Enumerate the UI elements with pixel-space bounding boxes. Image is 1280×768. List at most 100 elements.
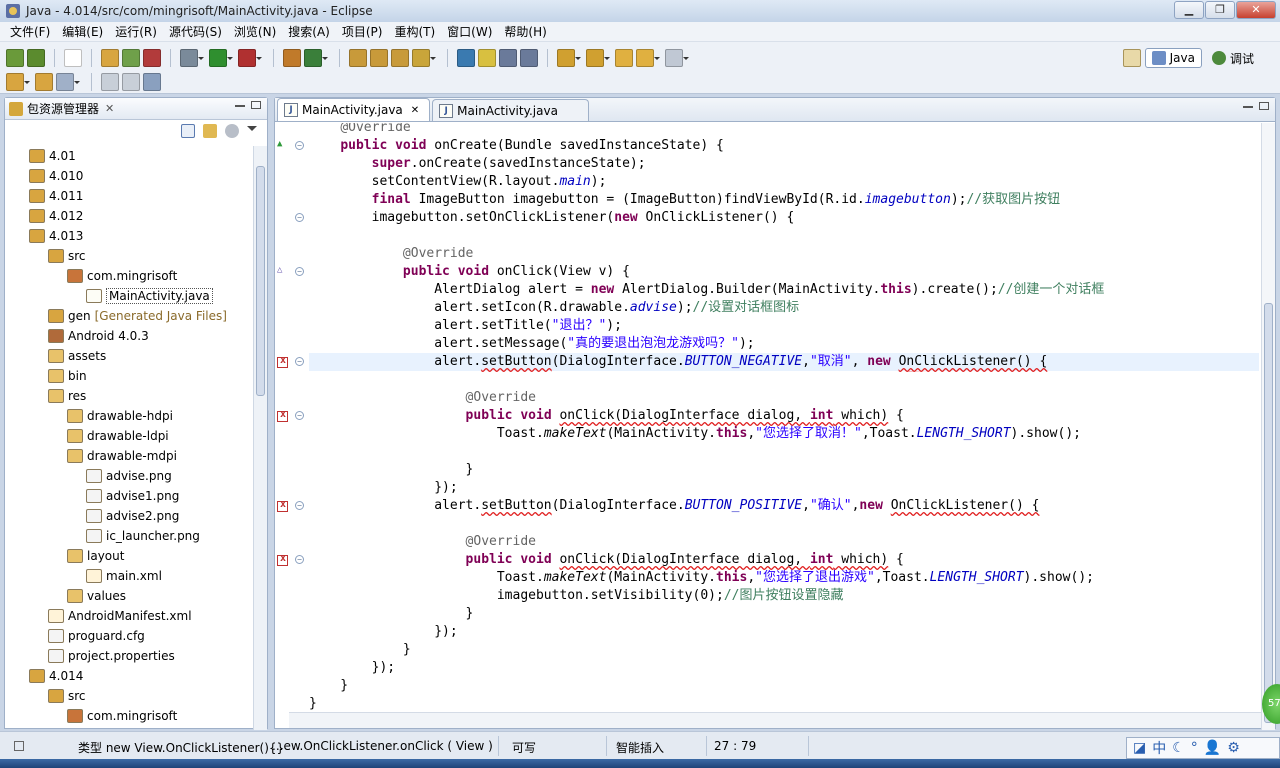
view-menu-icon[interactable]	[225, 124, 239, 138]
paragraph-icon[interactable]	[520, 49, 538, 67]
fold-toggle-icon[interactable]: −	[295, 501, 304, 510]
menu-item[interactable]: 运行(R)	[109, 23, 163, 40]
menu-item[interactable]: 重构(T)	[388, 23, 441, 40]
new-class-icon[interactable]	[143, 49, 161, 67]
ime-language[interactable]: 中	[1152, 738, 1166, 758]
save-all-icon[interactable]	[6, 49, 24, 67]
override-marker-icon[interactable]: ▲	[277, 139, 282, 149]
new-java-class-icon[interactable]	[304, 49, 328, 67]
tree-item[interactable]: proguard.cfg	[5, 626, 255, 646]
fold-toggle-icon[interactable]: −	[295, 267, 304, 276]
tree-item[interactable]: main.xml	[5, 566, 255, 586]
error-icon[interactable]	[277, 553, 288, 566]
tree-item[interactable]: com.mingrisoft	[5, 266, 255, 286]
tree-item[interactable]: 4.011	[5, 186, 255, 206]
forward-icon[interactable]	[665, 49, 689, 67]
search-icon[interactable]	[391, 49, 409, 67]
annotation-icon[interactable]	[457, 49, 475, 67]
tree-item[interactable]: advise2.png	[5, 506, 255, 526]
tree-item[interactable]: src	[5, 686, 255, 706]
punctuation-icon[interactable]: °	[1191, 740, 1198, 756]
open-perspective-icon[interactable]	[1122, 49, 1141, 67]
error-icon[interactable]	[277, 355, 288, 368]
debug-perspective-button[interactable]: 调试	[1206, 50, 1260, 67]
open-task-icon[interactable]	[370, 49, 388, 67]
checkbox-icon[interactable]	[64, 49, 82, 67]
minimize-button[interactable]: ▁	[1174, 1, 1204, 19]
menu-item[interactable]: 编辑(E)	[56, 23, 109, 40]
back-icon[interactable]	[636, 49, 660, 67]
package-explorer-tab[interactable]: 包资源管理器 ✕	[5, 98, 267, 120]
new-package-icon[interactable]	[283, 49, 301, 67]
pen-icon[interactable]	[412, 49, 436, 67]
minimize-editor-icon[interactable]	[1243, 102, 1253, 108]
link-with-editor-icon[interactable]	[203, 124, 217, 138]
horizontal-scrollbar[interactable]	[289, 712, 1261, 728]
tree-item[interactable]: 4.014	[5, 666, 255, 686]
close-button[interactable]: ✕	[1236, 1, 1276, 19]
new-junit-icon[interactable]	[122, 49, 140, 67]
close-tab-icon[interactable]: ✕	[411, 105, 419, 116]
tree-item[interactable]: drawable-mdpi	[5, 446, 255, 466]
save-all-disabled-icon[interactable]	[122, 73, 140, 91]
prev-annotation-icon[interactable]	[586, 49, 610, 67]
external-tools-icon[interactable]	[238, 49, 262, 67]
menu-item[interactable]: 浏览(N)	[228, 23, 282, 40]
toggle-block-icon[interactable]	[499, 49, 517, 67]
tree-item[interactable]: 4.01	[5, 146, 255, 166]
next-annotation-icon[interactable]	[557, 49, 581, 67]
tree-item[interactable]: AndroidManifest.xml	[5, 606, 255, 626]
tree-item[interactable]: 4.012	[5, 206, 255, 226]
fold-toggle-icon[interactable]: −	[295, 141, 304, 150]
save-disabled-icon[interactable]	[101, 73, 119, 91]
tree-item[interactable]: src	[5, 246, 255, 266]
editor-scroll-thumb[interactable]	[1264, 303, 1273, 723]
fold-toggle-icon[interactable]: −	[295, 555, 304, 564]
new-java-project-icon[interactable]	[101, 49, 119, 67]
tree-item[interactable]: bin	[5, 366, 255, 386]
java-perspective-button[interactable]: Java	[1144, 48, 1202, 68]
tree-item[interactable]: project.properties	[5, 646, 255, 666]
maximize-editor-icon[interactable]	[1259, 102, 1269, 110]
error-icon[interactable]	[277, 499, 288, 512]
back-edit-icon[interactable]	[615, 49, 633, 67]
tree-item[interactable]: Android 4.0.3	[5, 326, 255, 346]
ime-mode-icon[interactable]: ◪	[1133, 740, 1146, 756]
tree-item[interactable]: MainActivity.java	[5, 286, 255, 306]
new-file-icon[interactable]	[56, 73, 80, 91]
tree-item[interactable]: drawable-hdpi	[5, 406, 255, 426]
new-icon[interactable]	[6, 73, 30, 91]
print-icon[interactable]	[143, 73, 161, 91]
tree-item[interactable]: gen [Generated Java Files]	[5, 306, 255, 326]
tree-item[interactable]: 4.010	[5, 166, 255, 186]
collapse-all-icon[interactable]	[181, 124, 195, 138]
tree-scrollbar[interactable]	[253, 146, 267, 730]
fold-toggle-icon[interactable]: −	[295, 411, 304, 420]
maximize-button[interactable]: ❐	[1205, 1, 1235, 19]
open-folder-icon[interactable]	[35, 73, 53, 91]
highlight-icon[interactable]	[478, 49, 496, 67]
menu-item[interactable]: 源代码(S)	[163, 23, 228, 40]
open-type-icon[interactable]	[349, 49, 367, 67]
tree-item[interactable]: com.mingrisoft	[5, 706, 255, 726]
tree-scroll-thumb[interactable]	[256, 166, 265, 396]
tree-item[interactable]: assets	[5, 346, 255, 366]
run-icon[interactable]	[209, 49, 233, 67]
moon-icon[interactable]: ☾	[1172, 740, 1185, 756]
debug-icon[interactable]	[180, 49, 204, 67]
error-icon[interactable]	[277, 409, 288, 422]
editor-tab[interactable]: J MainActivity.java	[432, 99, 589, 121]
menu-item[interactable]: 帮助(H)	[498, 23, 552, 40]
gear-icon[interactable]: ⚙	[1227, 740, 1240, 756]
tree-item[interactable]: values	[5, 586, 255, 606]
menu-item[interactable]: 搜索(A)	[282, 23, 336, 40]
tree-item[interactable]: ic_launcher.png	[5, 526, 255, 546]
code-editor[interactable]: @Override public void onCreate(Bundle sa…	[275, 123, 1261, 713]
tree-item[interactable]: layout	[5, 546, 255, 566]
minimize-view-icon[interactable]	[235, 101, 245, 107]
menu-item[interactable]: 窗口(W)	[441, 23, 498, 40]
override-marker-icon[interactable]: △	[277, 265, 282, 275]
maximize-view-icon[interactable]	[251, 101, 261, 109]
chevron-down-icon[interactable]	[247, 126, 257, 136]
tree-item[interactable]: 4.013	[5, 226, 255, 246]
